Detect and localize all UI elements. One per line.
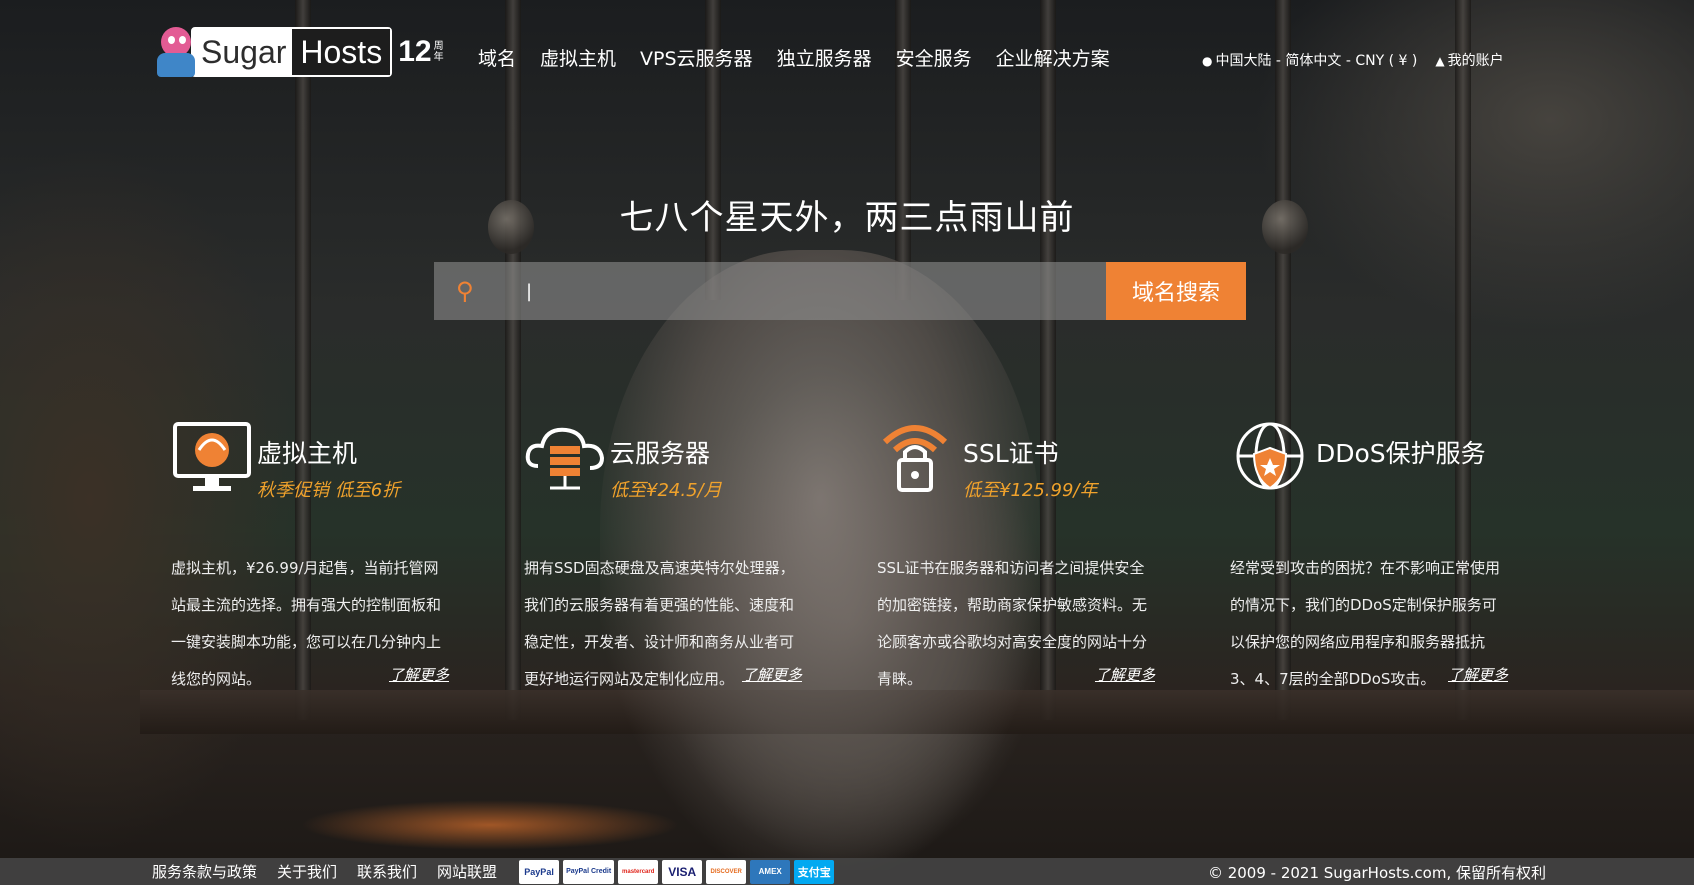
mastercard-icon: mastercard <box>618 859 659 884</box>
account-link[interactable]: ▲ 我的账户 <box>1435 50 1503 70</box>
service-card-ssl: SSL证书 低至¥125.99/年 SSL证书在服务器和访问者之间提供安全的加密… <box>877 420 1157 698</box>
logo[interactable]: Sugar Hosts 12 周年 <box>155 22 444 82</box>
learn-more-link[interactable]: 了解更多 <box>742 657 802 694</box>
learn-more-link[interactable]: 了解更多 <box>1448 657 1508 694</box>
nav-shared-hosting[interactable]: 虚拟主机 <box>540 44 616 71</box>
service-card-hosting: 虚拟主机 秋季促销 低至6折 虚拟主机，¥26.99/月起售，当前托管网站最主流… <box>171 420 451 698</box>
learn-more-link[interactable]: 了解更多 <box>389 657 449 694</box>
domain-search: ⚲ 域名搜索 <box>434 261 1246 321</box>
amex-icon: AMEX <box>750 859 791 884</box>
service-card-ddos: DDoS保护服务 经常受到攻击的困扰？在不影响正常使用的情况下，我们的DDoS定… <box>1230 420 1510 698</box>
anniversary-number: 12 <box>398 35 432 68</box>
footer-links: 服务条款与政策 关于我们 联系我们 网站联盟 <box>152 861 497 882</box>
globe-icon: ● <box>1202 54 1213 68</box>
locale-selector[interactable]: ● 中国大陆 - 简体中文 - CNY ( ¥ ) <box>1202 50 1417 70</box>
footer: 服务条款与政策 关于我们 联系我们 网站联盟 PayPal PayPal Cre… <box>0 858 1694 885</box>
service-promo: 秋季促销 低至6折 <box>257 480 401 501</box>
footer-link-contact[interactable]: 联系我们 <box>357 861 417 882</box>
nav-security[interactable]: 安全服务 <box>896 44 972 71</box>
cloud-server-icon <box>525 427 605 490</box>
top-utility: ● 中国大陆 - 简体中文 - CNY ( ¥ ) ▲ 我的账户 <box>1202 50 1504 70</box>
nav-dedicated-server[interactable]: 独立服务器 <box>777 44 872 71</box>
service-title: 虚拟主机 <box>257 439 358 468</box>
service-promo: 低至¥24.5/月 <box>610 480 722 501</box>
logo-text-sugar: Sugar <box>201 33 287 70</box>
service-title: 云服务器 <box>610 439 711 468</box>
nav-vps[interactable]: VPS云服务器 <box>640 44 753 71</box>
domain-search-input[interactable] <box>488 261 1106 321</box>
learn-more-link[interactable]: 了解更多 <box>1095 657 1155 694</box>
footer-link-affiliate[interactable]: 网站联盟 <box>437 861 497 882</box>
service-card-cloud: 云服务器 低至¥24.5/月 拥有SSD固态硬盘及高速英特尔处理器，我们的云服务… <box>524 420 804 698</box>
payment-methods: PayPal PayPal Credit mastercard VISA DIS… <box>519 859 835 884</box>
main-nav: 域名 虚拟主机 VPS云服务器 独立服务器 安全服务 企业解决方案 <box>478 44 1110 71</box>
user-icon: ▲ <box>1435 54 1445 68</box>
footer-link-about[interactable]: 关于我们 <box>277 861 337 882</box>
footer-link-terms[interactable]: 服务条款与政策 <box>152 861 257 882</box>
logo-text-hosts: Hosts <box>292 29 391 75</box>
nav-domain[interactable]: 域名 <box>478 44 516 71</box>
anniversary-unit: 周年 <box>433 41 444 63</box>
monitor-icon <box>173 422 251 491</box>
service-title: SSL证书 <box>963 439 1059 468</box>
logo-wordmark: Sugar Hosts <box>191 27 393 77</box>
account-label: 我的账户 <box>1447 53 1504 69</box>
mascot-logo-icon <box>155 27 195 77</box>
copyright: © 2009 - 2021 SugarHosts.com, 保留所有权利 <box>1207 864 1546 882</box>
search-icon: ⚲ <box>456 277 474 305</box>
service-promo: 低至¥125.99/年 <box>963 480 1098 501</box>
paypal-icon: PayPal <box>519 859 560 884</box>
domain-search-button[interactable]: 域名搜索 <box>1106 262 1246 320</box>
paypal-credit-icon: PayPal Credit <box>563 859 615 884</box>
locale-label: 中国大陆 - 简体中文 - CNY ( ¥ ) <box>1215 53 1418 69</box>
shield-globe-icon <box>1236 422 1304 490</box>
hero-slogan: 七八个星天外，两三点雨山前 <box>619 198 1075 238</box>
search-field-wrapper: ⚲ <box>434 261 1106 321</box>
alipay-icon: 支付宝 <box>794 859 835 884</box>
service-title: DDoS保护服务 <box>1316 439 1486 468</box>
lock-wifi-icon <box>882 425 948 492</box>
anniversary-badge: 12 周年 <box>398 35 443 69</box>
visa-icon: VISA <box>662 859 703 884</box>
nav-enterprise[interactable]: 企业解决方案 <box>996 44 1110 71</box>
discover-icon: DISCOVER <box>706 859 747 884</box>
